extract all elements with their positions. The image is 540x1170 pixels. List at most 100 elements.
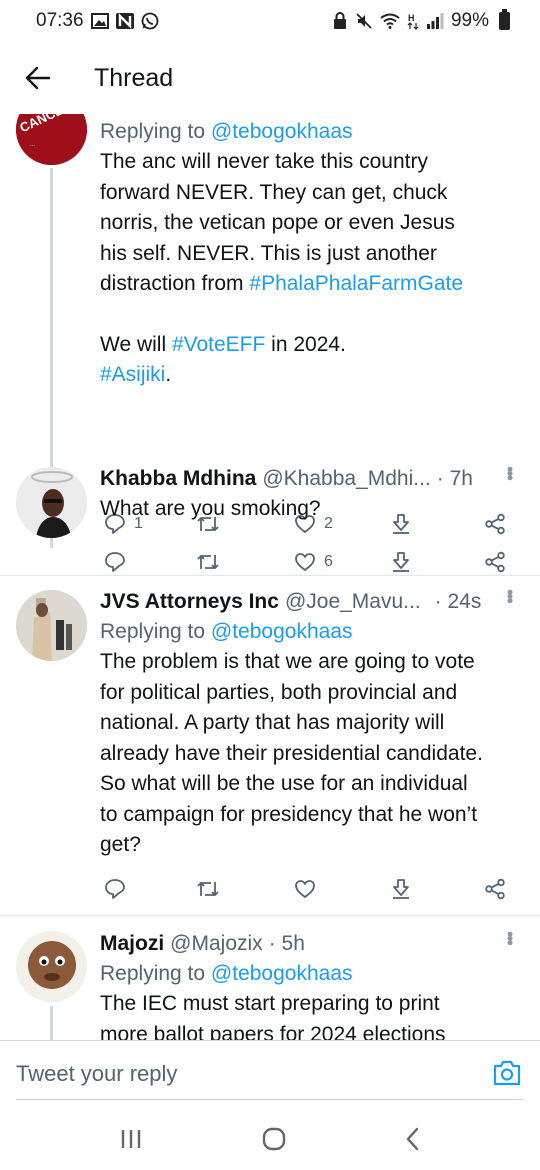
tweet[interactable]: JVS Attorneys Inc @Joe_Mavu... · 24s •••… xyxy=(0,585,540,915)
tweet-text: What are you smoking? xyxy=(100,497,321,520)
tweet-text-span: We will xyxy=(100,332,172,356)
tweet-body: Majozi @Majozix · 5h ••• Replying to @te… xyxy=(100,929,520,1040)
tweet-line: We will #VoteEFF in 2024. xyxy=(100,330,520,361)
home-button[interactable] xyxy=(262,1127,286,1156)
tweet-actions xyxy=(100,874,510,904)
tweet-body: Khabba Mdhina @Khabba_Mdhi... · 7h ••• W… xyxy=(100,464,520,525)
battery-icon xyxy=(499,9,510,30)
battery-level: 99% xyxy=(450,10,489,31)
mention-link[interactable]: @tebogokhaas xyxy=(211,620,353,643)
status-left: 07:36 xyxy=(36,10,159,32)
share-button[interactable] xyxy=(484,878,506,900)
reply-button[interactable] xyxy=(104,878,126,900)
avatar[interactable] xyxy=(16,590,87,661)
signal-icon xyxy=(426,13,444,29)
download-icon xyxy=(393,879,409,899)
wifi-icon xyxy=(380,13,400,29)
whatsapp-icon xyxy=(141,12,159,30)
tweet-line: forward NEVER. They can get, chuck xyxy=(100,180,448,204)
like-button[interactable]: 6 xyxy=(294,552,333,572)
author-handle[interactable]: @Joe_Mavu... xyxy=(285,587,421,617)
tweet-line: So what will be the use for an individua… xyxy=(100,772,468,795)
save-button[interactable] xyxy=(390,551,412,573)
tweet-header: Majozi @Majozix · 5h xyxy=(100,929,520,959)
tweet-time: · 24s xyxy=(434,590,482,613)
retweet-button[interactable] xyxy=(196,879,220,899)
reply-button[interactable] xyxy=(104,551,126,573)
tweet-body: Replying to @tebogokhaas The anc will ne… xyxy=(100,117,520,391)
back-arrow-icon xyxy=(25,66,51,90)
download-icon xyxy=(393,552,409,572)
thread-line xyxy=(50,1006,53,1040)
replying-to-label: Replying to xyxy=(100,620,206,643)
tweet-text-span: . xyxy=(165,363,172,386)
svg-text:...: ... xyxy=(30,142,35,148)
tweet-text: The problem is that we are going to vote… xyxy=(100,647,520,861)
thread-feed[interactable]: CANCEL... Replying to @tebogokhaas The a… xyxy=(0,114,540,1040)
camera-button[interactable] xyxy=(492,1059,524,1091)
divider xyxy=(0,575,540,576)
hashtag-link[interactable]: #VoteEFF xyxy=(172,333,265,356)
retweet-icon xyxy=(197,555,219,569)
tweet-line: more ballot papers for 2024 elections xyxy=(100,1022,446,1041)
retweet-button[interactable] xyxy=(196,552,220,572)
author-handle[interactable]: @Khabba_Mdhi... xyxy=(262,464,430,494)
page-title: Thread xyxy=(94,63,174,92)
system-nav-bar xyxy=(0,1112,540,1170)
camera-icon xyxy=(493,1060,521,1086)
tweet-header: Khabba Mdhina @Khabba_Mdhi... · 7h xyxy=(100,464,520,494)
tweet-time: · 5h xyxy=(268,932,305,955)
lock-icon xyxy=(332,12,348,30)
reply-input[interactable]: Tweet your reply xyxy=(16,1061,177,1087)
author-name[interactable]: JVS Attorneys Inc xyxy=(100,587,279,617)
avatar[interactable] xyxy=(16,467,87,538)
like-count: 6 xyxy=(324,553,333,570)
gallery-icon xyxy=(90,13,109,29)
back-nav-button[interactable] xyxy=(405,1127,421,1156)
tweet-line: norris, the vetican pope or even Jesus xyxy=(100,211,455,234)
tweet-line: distraction from #PhalaPhalaFarmGate xyxy=(100,269,520,300)
mention-link[interactable]: @tebogokhaas xyxy=(211,962,353,985)
hashtag-link[interactable]: #PhalaPhalaFarmGate xyxy=(249,272,463,295)
share-button[interactable] xyxy=(484,551,506,573)
avatar[interactable] xyxy=(16,931,87,1002)
save-button[interactable] xyxy=(390,878,412,900)
status-time: 07:36 xyxy=(36,10,84,31)
tweet-body: JVS Attorneys Inc @Joe_Mavu... · 24s •••… xyxy=(100,587,520,861)
tweet-text-span: distraction from xyxy=(100,272,250,295)
header: Thread xyxy=(0,42,540,114)
tweet-line: The IEC must start preparing to print xyxy=(100,992,440,1015)
back-button[interactable] xyxy=(0,42,76,114)
author-name[interactable]: Khabba Mdhina xyxy=(100,464,256,494)
share-icon xyxy=(485,878,505,900)
author-handle[interactable]: @Majozix xyxy=(170,929,263,959)
hashtag-link[interactable]: #Asijiki xyxy=(100,363,165,386)
share-icon xyxy=(485,551,505,573)
reply-input-underline xyxy=(16,1099,524,1100)
tweet-actions: 6 xyxy=(100,547,510,577)
reply-icon xyxy=(105,552,125,572)
replying-to-label: Replying to xyxy=(100,120,206,143)
like-button[interactable] xyxy=(294,879,316,899)
replying-to: Replying to @tebogokhaas xyxy=(100,117,520,147)
heart-icon xyxy=(295,880,315,899)
recent-apps-button[interactable] xyxy=(119,1128,143,1155)
tweet[interactable]: Khabba Mdhina @Khabba_Mdhi... · 7h ••• W… xyxy=(0,459,540,574)
svg-text:H: H xyxy=(408,13,415,23)
tweet-line: The problem is that we are going to vote xyxy=(100,650,475,673)
avatar[interactable]: CANCEL... xyxy=(16,114,87,165)
chevron-left-icon xyxy=(406,1127,418,1150)
tweet-line: #Asijiki. xyxy=(100,360,520,391)
tweet-line: The anc will never take this country xyxy=(100,150,428,173)
more-options-icon[interactable]: ••• xyxy=(499,466,520,479)
more-options-icon[interactable]: ••• xyxy=(499,931,520,944)
tweet-line: his self. NEVER. This is just another xyxy=(100,241,437,265)
replying-to: Replying to @tebogokhaas xyxy=(100,617,520,647)
status-bar: 07:36 H 99% xyxy=(0,0,540,42)
data-h-icon: H xyxy=(407,12,419,30)
tweet[interactable]: Majozi @Majozix · 5h ••• Replying to @te… xyxy=(0,926,540,1040)
mention-link[interactable]: @tebogokhaas xyxy=(211,120,353,143)
author-name[interactable]: Majozi xyxy=(100,929,164,959)
more-options-icon[interactable]: ••• xyxy=(499,589,520,602)
